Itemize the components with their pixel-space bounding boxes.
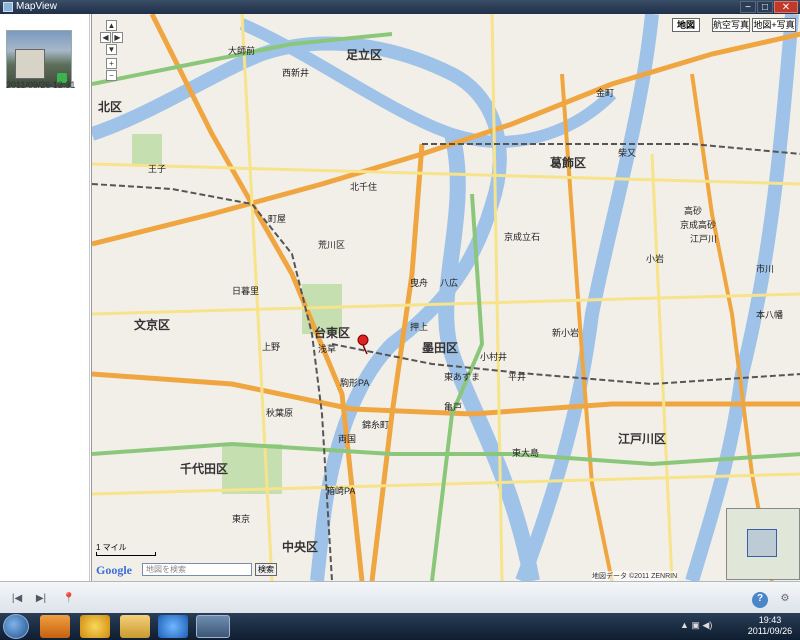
media-player-icon[interactable]: [40, 615, 70, 638]
map-label: 北区: [98, 100, 123, 114]
map-label: 浅草: [318, 344, 337, 354]
overview-minimap[interactable]: [726, 508, 800, 580]
map-label: 文京区: [134, 318, 171, 332]
clock[interactable]: 19:43 2011/09/26: [742, 615, 798, 637]
map-type-aerial-button[interactable]: 航空写真: [712, 18, 750, 32]
map-label: 葛飾区: [550, 156, 587, 170]
map-label: 箱崎PA: [326, 486, 356, 496]
map-label: 町屋: [268, 214, 287, 224]
scale-bar: [96, 552, 156, 556]
map-label: 台東区: [314, 326, 351, 340]
road: [650, 153, 674, 581]
map-label: 両国: [338, 434, 357, 444]
map-label: 京成高砂: [680, 220, 717, 230]
minimize-button[interactable]: −: [740, 1, 756, 13]
road: [490, 14, 504, 581]
map-label: 金町: [596, 88, 615, 98]
map-label: 平井: [508, 372, 527, 382]
map-label: 東京: [232, 514, 251, 524]
map-search-button[interactable]: 検索: [255, 563, 277, 576]
map-label: 東あずま: [444, 372, 481, 382]
map-label: 中央区: [282, 540, 319, 554]
pan-down-button[interactable]: ▼: [106, 44, 117, 55]
system-tray[interactable]: ▲ ▣ ◀): [680, 620, 740, 634]
map-copyright: 地図データ ©2011 ZENRIN: [592, 571, 678, 581]
internet-explorer-icon[interactable]: [158, 615, 188, 638]
location-marker: [357, 334, 369, 346]
map-label: 新小岩: [552, 328, 580, 338]
map-label: 小村井: [480, 352, 508, 362]
map-label: 東大島: [512, 448, 540, 458]
help-icon[interactable]: ?: [752, 592, 768, 608]
photo-timestamp: 2011/09/26 12:31: [6, 80, 76, 90]
pin-icon[interactable]: 📍: [62, 592, 76, 606]
window-title: MapView: [16, 1, 57, 12]
clock-date: 2011/09/26: [747, 626, 793, 636]
map-label: 小岩: [646, 254, 665, 264]
pan-right-button[interactable]: ▶: [112, 32, 123, 43]
map-label: 千代田区: [180, 462, 229, 476]
map-label: 江戸川区: [618, 432, 667, 446]
map-label: 八広: [440, 278, 459, 288]
map-label: 江戸川: [690, 234, 718, 244]
map-label: 曳舟: [410, 278, 429, 288]
google-logo: Google: [96, 563, 132, 577]
mapview-task-icon[interactable]: [196, 615, 230, 638]
map-canvas: [92, 14, 800, 581]
browser-icon[interactable]: [80, 615, 110, 638]
map-label: 北千住: [350, 182, 378, 192]
tools-icon[interactable]: ⚙: [778, 592, 792, 606]
road: [92, 162, 800, 186]
start-button[interactable]: [3, 614, 29, 639]
folder-icon[interactable]: [120, 615, 150, 638]
taskbar: ▲ ▣ ◀) 19:43 2011/09/26: [0, 613, 800, 640]
maximize-button[interactable]: □: [757, 1, 773, 13]
map-label: 足立区: [346, 48, 383, 62]
map-label: 墨田区: [422, 341, 459, 355]
clock-time: 19:43: [758, 615, 782, 625]
map-search-input[interactable]: 地図を検索: [142, 563, 252, 576]
map-view[interactable]: 北区 足立区 葛飾区 文京区 台東区 墨田区 江戸川区 千代田区 中央区 荒川区…: [91, 14, 800, 581]
map-label: 京成立石: [504, 232, 541, 242]
title-bar: MapView − □ ✕: [0, 0, 800, 14]
close-button[interactable]: ✕: [774, 1, 798, 13]
previous-photo-button[interactable]: |◀: [10, 592, 24, 606]
map-label: 柴又: [618, 148, 637, 158]
pan-left-button[interactable]: ◀: [100, 32, 111, 43]
map-label: 上野: [262, 342, 281, 352]
app-icon: [3, 2, 13, 12]
map-label: 高砂: [684, 206, 703, 216]
park-area: [132, 134, 162, 164]
map-label: 駒形PA: [340, 378, 370, 388]
map-type-map-button[interactable]: 地図: [672, 18, 700, 32]
map-label: 大師前: [228, 46, 256, 56]
map-label: 亀戸: [444, 402, 463, 412]
map-label: 秋葉原: [266, 408, 294, 418]
storefront-image: [15, 49, 45, 79]
photo-panel: 2011/09/26 12:31: [0, 14, 90, 581]
road: [240, 14, 274, 581]
map-label: 荒川区: [318, 240, 346, 250]
map-label: 押上: [410, 322, 429, 332]
pan-zoom-control: ▲ ◀ ▶ ▼ + −: [100, 20, 124, 81]
next-photo-button[interactable]: ▶|: [34, 592, 48, 606]
map-label: 市川: [756, 264, 775, 274]
map-label: 西新井: [282, 68, 310, 78]
map-label: 本八幡: [756, 310, 784, 320]
map-label: 王子: [148, 164, 167, 174]
zoom-in-button[interactable]: +: [106, 58, 117, 69]
bottom-toolbar: |◀ ▶| 📍 ? ⚙: [0, 581, 800, 613]
pan-up-button[interactable]: ▲: [106, 20, 117, 31]
map-label: 日暮里: [232, 286, 260, 296]
park-area: [222, 444, 282, 494]
zoom-out-button[interactable]: −: [106, 70, 117, 81]
minimap-viewport[interactable]: [747, 529, 777, 557]
map-label: 錦糸町: [362, 420, 390, 430]
map-type-hybrid-button[interactable]: 地図+写真: [752, 18, 796, 32]
